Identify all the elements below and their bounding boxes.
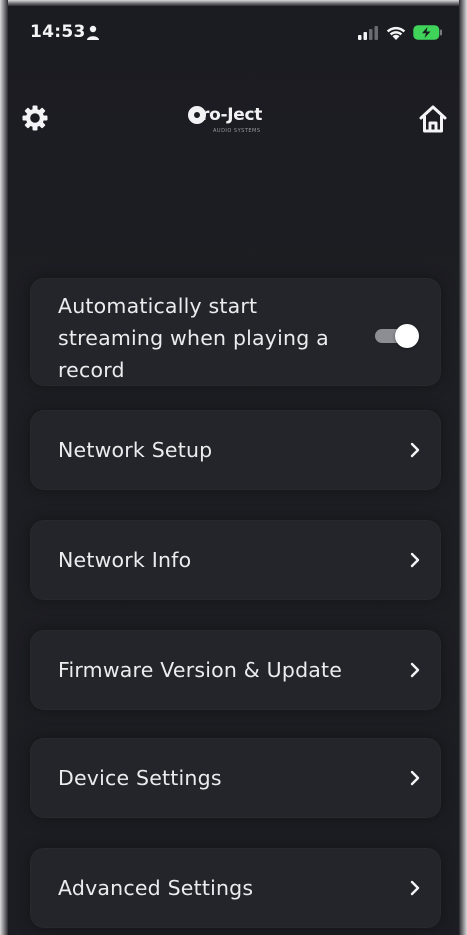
logo-tagline: AUDIO SYSTEMS	[213, 128, 261, 134]
chevron-right-icon	[410, 442, 420, 458]
logo-text: ro-Ject	[201, 105, 263, 125]
menu-item-label: Firmware Version & Update	[58, 658, 343, 682]
pro-ject-logo: ro-Ject AUDIO SYSTEMS	[185, 101, 295, 141]
auto-stream-card: Automatically start streaming when playi…	[30, 278, 441, 386]
chevron-right-icon	[410, 662, 420, 678]
menu-item-advanced-settings[interactable]: Advanced Settings	[30, 848, 441, 928]
status-indicators	[357, 24, 447, 44]
menu-item-network-info[interactable]: Network Info	[30, 520, 441, 600]
app-screen: 14:53 ro-Ject AUDIO SYSTEMS Automaticall…	[0, 0, 467, 935]
menu-item-firmware-update[interactable]: Firmware Version & Update	[30, 630, 441, 710]
app-header: ro-Ject AUDIO SYSTEMS	[0, 95, 467, 145]
wifi-icon	[386, 26, 406, 40]
menu-item-network-setup[interactable]: Network Setup	[30, 410, 441, 490]
gear-icon[interactable]	[20, 103, 50, 133]
chevron-right-icon	[410, 880, 420, 896]
menu-item-label: Advanced Settings	[58, 876, 254, 900]
toggle-knob	[395, 324, 419, 348]
menu-item-label: Device Settings	[58, 766, 222, 790]
device-frame-top	[0, 0, 467, 6]
person-icon	[87, 25, 99, 40]
menu-item-label: Network Setup	[58, 438, 213, 462]
chevron-right-icon	[410, 770, 420, 786]
home-icon[interactable]	[417, 103, 449, 135]
menu-item-label: Network Info	[58, 548, 192, 572]
status-time: 14:53	[30, 22, 86, 42]
menu-item-device-settings[interactable]: Device Settings	[30, 738, 441, 818]
chevron-right-icon	[410, 552, 420, 568]
auto-stream-label: Automatically start streaming when playi…	[58, 294, 329, 382]
auto-stream-toggle[interactable]	[375, 324, 419, 348]
cellular-signal-icon	[358, 26, 378, 40]
status-bar: 14:53	[0, 18, 467, 48]
battery-charging-icon	[413, 25, 442, 40]
